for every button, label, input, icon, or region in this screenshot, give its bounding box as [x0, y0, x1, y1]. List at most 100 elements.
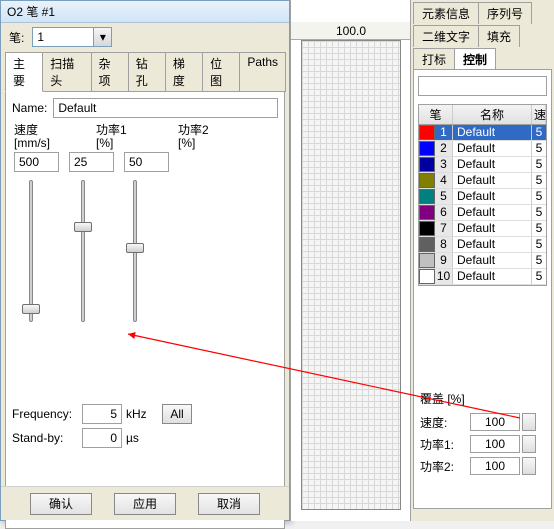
tab-gradient[interactable]: 梯度 [165, 52, 203, 92]
pen-row-name: Default [453, 157, 532, 172]
power1-slider[interactable] [74, 176, 92, 326]
pen-row-speed: 5 [532, 205, 546, 220]
override-power1-input[interactable] [470, 435, 520, 453]
override-power2-btn[interactable] [522, 457, 536, 475]
frequency-unit: kHz [126, 407, 156, 421]
pen-color-swatch [419, 125, 435, 140]
hdr-power1-label: 功率1 [96, 123, 127, 137]
side-tab-fill[interactable]: 填充 [478, 25, 520, 47]
work-area[interactable] [301, 40, 401, 510]
pen-table-row[interactable]: 6Default5 [419, 205, 546, 221]
pen-combo[interactable]: 1 ▾ [32, 27, 112, 47]
pen-table-row[interactable]: 7Default5 [419, 221, 546, 237]
hdr-power2: 功率2 [%] [178, 124, 240, 150]
tab-drill[interactable]: 钻孔 [128, 52, 166, 92]
pen-color-swatch [419, 189, 435, 204]
pen-row-speed: 5 [532, 189, 546, 204]
ruler-tick: 100.0 [336, 24, 366, 38]
standby-label: Stand-by: [12, 431, 82, 445]
chevron-down-icon[interactable]: ▾ [93, 28, 111, 46]
slider-thumb[interactable] [126, 243, 144, 253]
pen-row-number: 5 [435, 189, 453, 204]
pen-combo-value: 1 [33, 28, 48, 46]
sliders-row [12, 172, 278, 332]
all-button[interactable]: All [162, 404, 192, 424]
hdr-power2-label: 功率2 [178, 123, 209, 137]
speed-input[interactable] [14, 152, 59, 172]
side-tab-serial[interactable]: 序列号 [478, 2, 532, 24]
pen-color-swatch [419, 253, 435, 268]
pen-table-row[interactable]: 10Default5 [419, 269, 546, 285]
pen-table-row[interactable]: 1Default5 [419, 125, 546, 141]
side-tab-2dtext[interactable]: 二维文字 [413, 25, 479, 47]
override-speed-row: 速度: [420, 411, 552, 433]
override-speed-btn[interactable] [522, 413, 536, 431]
side-panel: 元素信息 序列号 二维文字 填充 打标 控制 笔 名称 速 1Default52… [410, 0, 554, 521]
pen-color-swatch [419, 173, 435, 188]
pen-table-row[interactable]: 5Default5 [419, 189, 546, 205]
side-search-row [414, 74, 551, 98]
tab-paths[interactable]: Paths [239, 52, 286, 92]
pen-row-name: Default [453, 221, 532, 236]
pen-row-name: Default [453, 141, 532, 156]
hdr-speed: 速度 [mm/s] [14, 124, 76, 150]
override-power2-row: 功率2: [420, 455, 552, 477]
ruler: 100.0 [291, 22, 411, 40]
pen-row-speed: 5 [532, 253, 546, 268]
pen-row-speed: 5 [532, 157, 546, 172]
hdr-power1: 功率1 [%] [96, 124, 158, 150]
side-tabs-row1: 元素信息 序列号 [411, 0, 554, 23]
override-speed-label: 速度: [420, 414, 470, 431]
window-title: O2 笔 #1 [1, 1, 289, 23]
canvas-area: 100.0 [290, 0, 410, 521]
tab-misc[interactable]: 杂项 [91, 52, 129, 92]
side-tab-control[interactable]: 控制 [454, 48, 496, 70]
pen-color-swatch [419, 205, 435, 220]
slider-track [81, 180, 85, 322]
pen-table-row[interactable]: 8Default5 [419, 237, 546, 253]
pen-row-name: Default [453, 173, 532, 188]
override-title: 覆盖 [%] [420, 390, 552, 407]
pen-table-header: 笔 名称 速 [419, 105, 546, 125]
tab-scanhead[interactable]: 扫描头 [42, 52, 91, 92]
freq-rows: Frequency: kHz All Stand-by: µs [12, 402, 272, 450]
pen-table-row[interactable]: 9Default5 [419, 253, 546, 269]
slider-thumb[interactable] [74, 222, 92, 232]
cancel-button[interactable]: 取消 [198, 493, 260, 515]
pen-row-name: Default [453, 189, 532, 204]
override-speed-input[interactable] [470, 413, 520, 431]
power2-input[interactable] [124, 152, 169, 172]
side-tab-mark[interactable]: 打标 [413, 48, 455, 70]
values-row [12, 152, 278, 172]
slider-thumb[interactable] [22, 304, 40, 314]
power1-input[interactable] [69, 152, 114, 172]
pen-table-row[interactable]: 3Default5 [419, 157, 546, 173]
name-input[interactable] [53, 98, 278, 118]
standby-input[interactable] [82, 428, 122, 448]
tab-main[interactable]: 主要 [5, 52, 43, 92]
slider-track [29, 180, 33, 322]
pen-table-row[interactable]: 4Default5 [419, 173, 546, 189]
dialog-tabs: 主要 扫描头 杂项 钻孔 梯度 位图 Paths [1, 51, 289, 91]
pen-table-h-pen[interactable]: 笔 [419, 105, 453, 124]
power2-slider[interactable] [126, 176, 144, 326]
pen-row-number: 7 [435, 221, 453, 236]
tab-bitmap[interactable]: 位图 [202, 52, 240, 92]
pen-table-h-name[interactable]: 名称 [453, 105, 532, 124]
pen-row-number: 3 [435, 157, 453, 172]
speed-slider[interactable] [22, 176, 40, 326]
dialog-buttons: 确认 应用 取消 [1, 486, 289, 520]
side-tabs-row2: 二维文字 填充 [411, 23, 554, 46]
frequency-input[interactable] [82, 404, 122, 424]
pen-selector-row: 笔: 1 ▾ [1, 23, 289, 51]
ok-button[interactable]: 确认 [30, 493, 92, 515]
override-power1-btn[interactable] [522, 435, 536, 453]
side-search-input[interactable] [418, 76, 547, 96]
apply-button[interactable]: 应用 [114, 493, 176, 515]
pen-color-swatch [419, 237, 435, 252]
side-tab-elementinfo[interactable]: 元素信息 [413, 2, 479, 24]
pen-table-h-speed[interactable]: 速 [532, 105, 546, 124]
pen-table-row[interactable]: 2Default5 [419, 141, 546, 157]
hdr-speed-sub: [mm/s] [14, 137, 76, 150]
override-power2-input[interactable] [470, 457, 520, 475]
